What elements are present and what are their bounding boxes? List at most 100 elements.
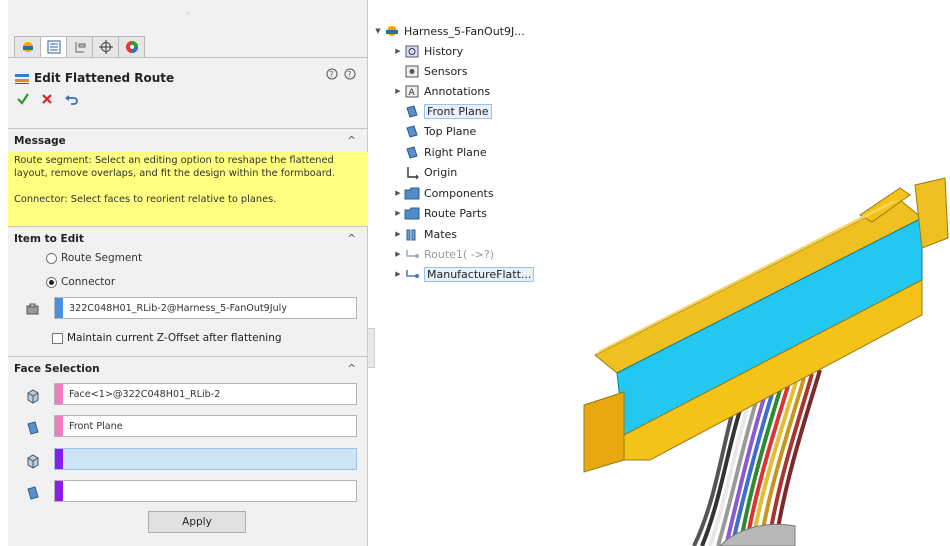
face-2-value: Front Plane	[69, 420, 123, 432]
collapse-caret-icon[interactable]: ^	[347, 227, 356, 251]
radio-button[interactable]	[46, 252, 57, 264]
svg-text:A: A	[409, 88, 416, 98]
svg-text:?: ?	[347, 70, 351, 79]
tree-item-annotations[interactable]: ▶ A Annotations	[392, 82, 490, 100]
tree-item-label: Top Plane	[424, 124, 477, 138]
plane-icon	[404, 124, 420, 138]
plane-icon	[27, 486, 39, 500]
close-icon	[42, 94, 52, 104]
cancel-button[interactable]	[40, 92, 54, 110]
face-selection-field-3[interactable]	[54, 448, 357, 470]
origin-icon	[404, 165, 420, 179]
connector-3d-model	[583, 177, 949, 473]
message-box: Route segment: Select an editing option …	[8, 152, 368, 226]
action-buttons	[16, 92, 80, 110]
connector-value: 322C048H01_RLib-2@Harness_5-FanOut9July	[69, 302, 288, 314]
radio-connector[interactable]: Connector	[46, 276, 115, 288]
tree-item-right-plane[interactable]: Right Plane	[392, 143, 487, 161]
apply-button[interactable]: Apply	[148, 511, 246, 533]
expand-arrow-icon[interactable]: ▶	[392, 47, 404, 55]
tree-item-mates[interactable]: ▶ Mates	[392, 225, 457, 243]
collapse-caret-icon[interactable]: ^	[347, 129, 356, 153]
annotations-icon: A	[404, 84, 420, 98]
property-manager-panel: ◦ Edit Flattened Route ? ? Message ^ Rou…	[8, 0, 368, 546]
tree-item-route-parts[interactable]: ▶ Route Parts	[392, 204, 487, 222]
tree-item-manufacture-flattened[interactable]: ▶ ManufactureFlatt...	[392, 265, 535, 283]
tree-item-sensors[interactable]: Sensors	[392, 62, 467, 80]
history-icon	[404, 44, 420, 58]
undo-button[interactable]	[64, 92, 80, 110]
tree-item-label: History	[424, 44, 464, 58]
expand-arrow-icon[interactable]: ▶	[392, 270, 404, 278]
panel-resize-handle[interactable]	[367, 328, 375, 368]
expand-arrow-icon[interactable]: ▶	[392, 189, 404, 197]
item-to-edit-title: Item to Edit	[14, 233, 84, 245]
plane-icon	[404, 104, 420, 118]
property-manager-icon	[47, 40, 60, 54]
expand-arrow-icon[interactable]: ▶	[392, 87, 404, 95]
face-1-value: Face<1>@322C048H01_RLib-2	[69, 388, 221, 400]
collapse-caret-icon[interactable]: ^	[347, 357, 356, 381]
connector-icon	[26, 303, 39, 315]
radio-button[interactable]	[46, 276, 57, 288]
expand-arrow-icon[interactable]: ▶	[392, 250, 404, 258]
face-selection-field-2[interactable]: Front Plane	[54, 415, 357, 437]
face-icon	[27, 454, 39, 469]
tab-configuration-manager[interactable]	[66, 36, 93, 58]
crosshair-icon	[98, 40, 113, 54]
panel-grip[interactable]: ◦	[8, 0, 368, 28]
help-icon[interactable]: ?	[344, 68, 356, 83]
message-section-header[interactable]: Message ^	[8, 128, 368, 152]
tree-root[interactable]: ▼ Harness_5-FanOut9J...	[372, 22, 525, 40]
tree-item-history[interactable]: ▶ History	[392, 42, 463, 60]
tab-property-manager[interactable]	[40, 36, 67, 58]
color-swatch	[55, 298, 63, 318]
detailed-help-icon[interactable]: ?	[326, 68, 338, 83]
connector-selection-field[interactable]: 322C048H01_RLib-2@Harness_5-FanOut9July	[54, 297, 357, 319]
ok-button[interactable]	[16, 92, 30, 110]
tree-item-label: Front Plane	[424, 103, 492, 119]
expand-arrow-icon[interactable]: ▶	[392, 209, 404, 217]
expand-arrow-icon[interactable]: ▶	[392, 230, 404, 238]
tab-display-manager[interactable]	[118, 36, 145, 58]
color-swatch	[55, 416, 63, 436]
flattened-route-icon	[15, 74, 29, 84]
tree-item-label: Components	[424, 186, 494, 200]
maintain-z-offset-option[interactable]: Maintain current Z-Offset after flatteni…	[52, 332, 282, 344]
tree-item-top-plane[interactable]: Top Plane	[392, 122, 476, 140]
manager-tabs	[14, 36, 145, 58]
page-title: Edit Flattened Route	[34, 71, 175, 85]
radio-route-segment[interactable]: Route Segment	[46, 252, 142, 264]
panel-title-row: Edit Flattened Route ? ?	[14, 68, 358, 88]
face-selection-field-1[interactable]: Face<1>@322C048H01_RLib-2	[54, 383, 357, 405]
tree-root-label: Harness_5-FanOut9J...	[404, 24, 525, 38]
model-viewport[interactable]	[560, 160, 950, 546]
tab-dimxpert-manager[interactable]	[92, 36, 119, 58]
tree-item-label: Route Parts	[424, 206, 487, 220]
tree-item-origin[interactable]: Origin	[392, 163, 457, 181]
message-section-title: Message	[14, 135, 66, 147]
tree-item-route1[interactable]: ▶ Route1( ->?)	[392, 245, 494, 263]
tree-item-label: Sensors	[424, 64, 468, 78]
tabs-divider	[8, 57, 368, 58]
checkbox-label: Maintain current Z-Offset after flatteni…	[67, 332, 282, 344]
tree-item-label: Route1( ->?)	[424, 247, 495, 261]
tree-item-label: ManufactureFlatt...	[424, 266, 535, 282]
assembly-icon	[384, 24, 400, 38]
plane-icon	[404, 145, 420, 159]
tree-item-components[interactable]: ▶ Components	[392, 184, 494, 202]
maintain-z-offset-checkbox[interactable]	[52, 332, 63, 344]
tab-feature-manager[interactable]	[14, 36, 41, 58]
route-icon	[404, 267, 420, 281]
folder-icon	[404, 206, 420, 220]
tree-item-front-plane[interactable]: Front Plane	[392, 102, 492, 120]
face-selection-section-header[interactable]: Face Selection ^	[8, 356, 368, 380]
face-selection-field-4[interactable]	[54, 480, 357, 502]
item-to-edit-section-header[interactable]: Item to Edit ^	[8, 226, 368, 250]
expand-arrow-icon[interactable]: ▼	[372, 27, 384, 35]
tree-item-label: Annotations	[424, 84, 491, 98]
configuration-manager-icon	[75, 42, 85, 53]
tree-item-label: Origin	[424, 165, 458, 179]
color-swatch	[55, 384, 63, 404]
feature-manager-icon	[22, 42, 33, 52]
